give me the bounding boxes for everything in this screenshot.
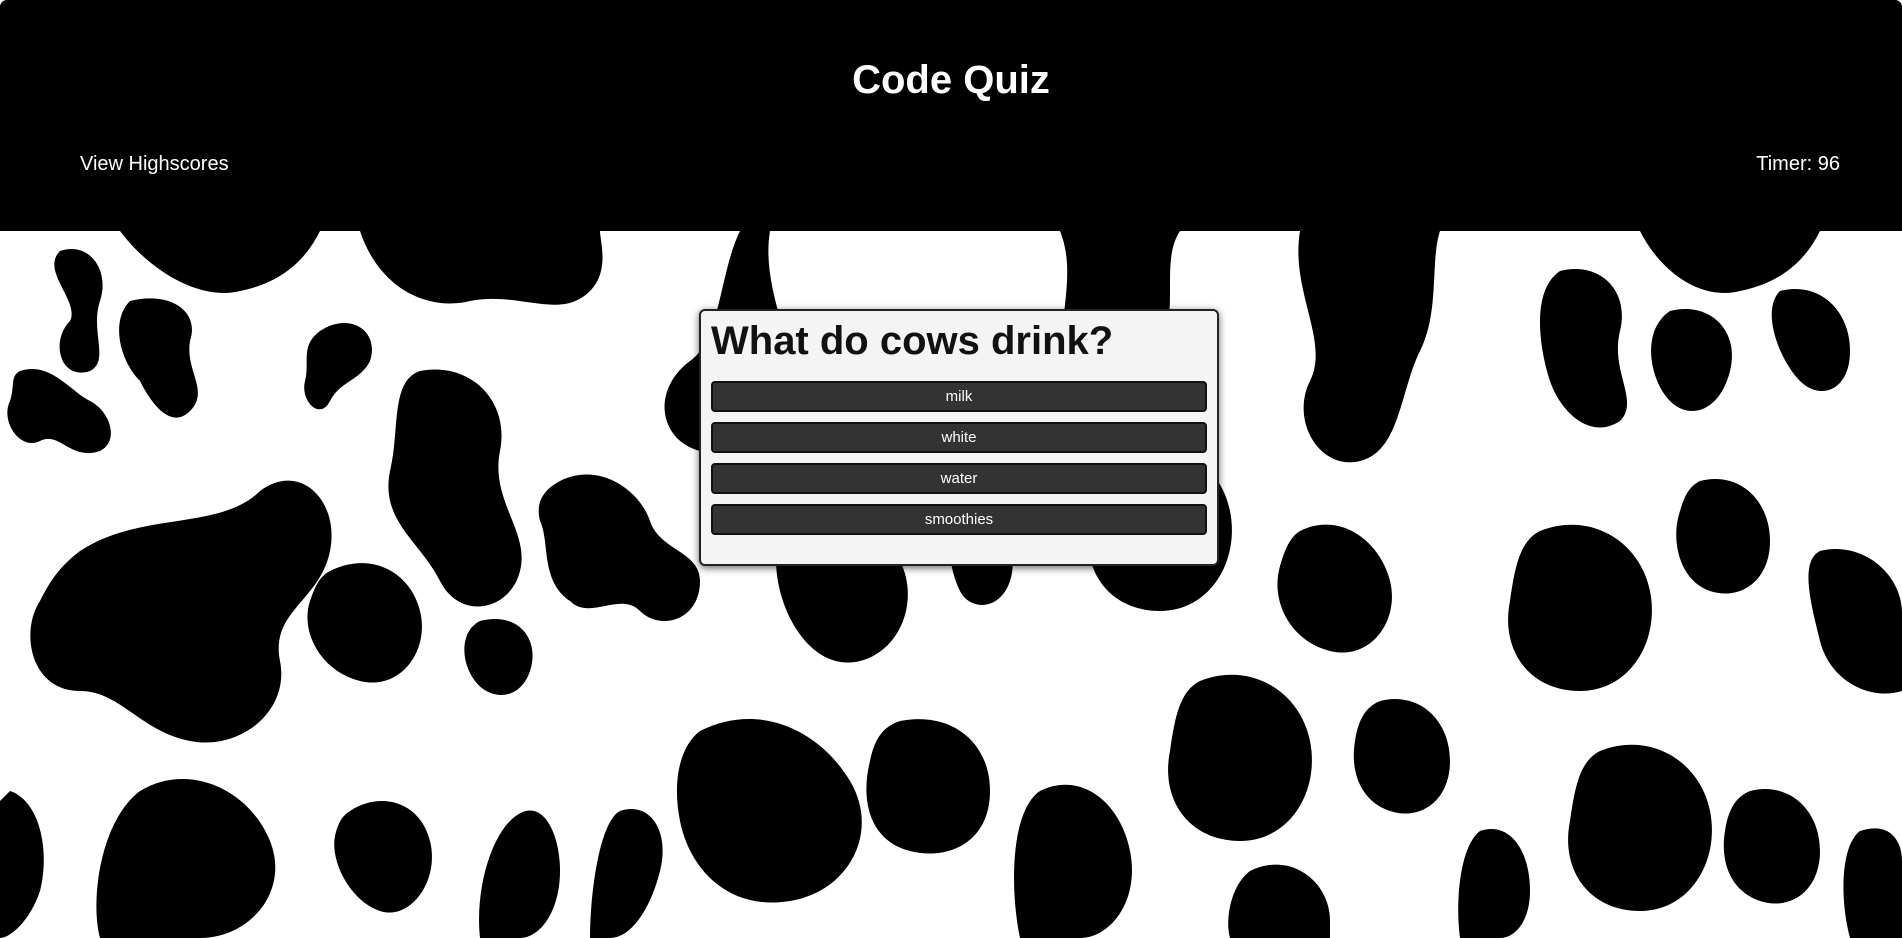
- page: Code Quiz View Highscores Timer: 96 What…: [0, 0, 1902, 938]
- view-highscores-link[interactable]: View Highscores: [80, 153, 229, 176]
- answer-button-milk[interactable]: milk: [711, 381, 1207, 412]
- page-title: Code Quiz: [852, 58, 1050, 102]
- question-text: What do cows drink?: [711, 319, 1114, 363]
- quiz-card: What do cows drink? milk white water smo…: [699, 309, 1219, 566]
- answer-button-smoothies[interactable]: smoothies: [711, 504, 1207, 535]
- answer-button-white[interactable]: white: [711, 422, 1207, 453]
- timer-display: Timer: 96: [1756, 153, 1840, 175]
- answer-button-water[interactable]: water: [711, 463, 1207, 494]
- header: Code Quiz View Highscores Timer: 96: [0, 0, 1902, 231]
